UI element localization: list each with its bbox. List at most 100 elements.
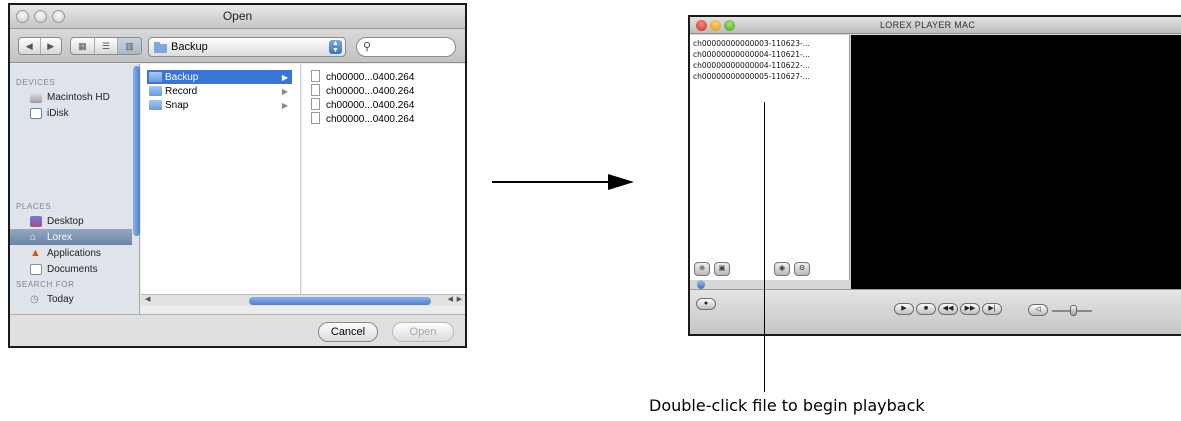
snapshot-icon[interactable]: ◉ [774,262,790,276]
close-window-button[interactable] [696,20,707,31]
rewind-button[interactable]: ◀◀ [938,303,958,315]
location-popup[interactable]: Backup ▲ ▼ [148,37,346,57]
sidebar-item-desktop[interactable]: Desktop [10,213,132,229]
step-button[interactable]: ▶| [982,303,1002,315]
sidebar-item-idisk[interactable]: iDisk [10,105,132,121]
file-item[interactable]: ch00000...0400.264 [308,70,453,84]
disclosure-arrow-icon: ▶ [281,72,288,82]
open-button[interactable]: Open [392,322,454,342]
sidebar-item-label: iDisk [47,107,69,119]
scroll-right-icon[interactable]: ▶ [457,295,462,303]
open-dialog: Open ◀ ▶ ▦ ☰ ▥ Backup ▲ ▼ ⚲ DEVICES Maci… [8,3,467,348]
folder-icon [149,72,162,82]
dialog-title: Open [222,9,253,23]
file-item[interactable]: ch00000...0400.264 [308,84,453,98]
callout-line [764,102,765,392]
fast-forward-button[interactable]: ▶▶ [960,303,980,315]
volume-slider-thumb[interactable] [1070,305,1077,316]
zoom-window-button[interactable] [724,20,735,31]
callout-text: Double-click file to begin playback [649,396,925,415]
dialog-sidebar: DEVICES Macintosh HD iDisk PLACES Deskto… [10,64,140,314]
documents-icon [30,263,42,275]
sidebar-item-label: Today [47,293,74,305]
document-icon [311,70,320,82]
search-for-header: SEARCH FOR [16,280,75,289]
dialog-toolbar: ◀ ▶ ▦ ☰ ▥ Backup ▲ ▼ ⚲ [10,29,465,63]
calendar-icon[interactable]: ▣ [714,262,730,276]
scroll-left-icon[interactable]: ◀ [145,295,150,303]
column-view-icon[interactable]: ▥ [118,38,141,54]
file-item-label: ch00000...0400.264 [326,85,415,97]
hard-drive-icon [30,91,42,103]
desktop-icon [30,215,42,227]
file-item[interactable]: ch00000...0400.264 [308,98,453,112]
list-view-icon[interactable]: ☰ [95,38,119,54]
player-window: LOREX PLAYER MAC ch00000000000003-110623… [688,15,1181,336]
folder-icon [154,42,167,53]
search-field[interactable]: ⚲ [356,37,456,57]
sidebar-item-label: Lorex [47,231,73,243]
browser-column-files: ch00000...0400.264 ch00000...0400.264 ch… [302,64,465,294]
applications-icon: ▲ [30,246,41,259]
forward-arrow-icon[interactable]: ▶ [41,38,62,54]
settings-icon[interactable]: ⚙ [794,262,810,276]
sidebar-scroll-thumb[interactable] [133,66,140,236]
play-button[interactable]: ▶ [894,303,914,315]
sidebar-item-today[interactable]: ◷ Today [10,291,132,307]
volume-button[interactable]: ◁ [1028,304,1048,316]
popup-stepper-icon: ▲ ▼ [329,40,342,54]
sidebar-item-documents[interactable]: Documents [10,261,132,277]
folder-icon [149,100,162,110]
info-icon [697,280,705,289]
search-icon: ⚲ [363,41,372,53]
horizontal-scroll-thumb[interactable] [249,297,431,305]
icon-view-icon[interactable]: ▦ [71,38,95,54]
dialog-titlebar: Open [10,5,465,29]
sidebar-item-label: Documents [47,263,98,275]
list-item[interactable]: ch00000000000003-110623-... [693,39,810,48]
document-icon [311,98,320,110]
sidebar-item-macintosh-hd[interactable]: Macintosh HD [10,89,132,105]
list-item-snap[interactable]: Snap ▶ [147,98,292,112]
document-icon [311,84,320,96]
open-folder-icon[interactable]: ⊕ [694,262,710,276]
scroll-left-icon[interactable]: ◀ [448,295,453,303]
places-header: PLACES [16,202,52,211]
list-item[interactable]: ch00000000000004-110622-... [693,61,810,70]
sidebar-item-applications[interactable]: ▲ Applications [10,245,132,261]
volume-indicator [690,280,850,289]
sidebar-item-label: Macintosh HD [47,91,110,103]
stop-button[interactable]: ■ [916,303,936,315]
list-item-label: Snap [165,99,189,111]
list-item-label: Record [165,85,198,97]
sidebar-scrollbar[interactable] [133,66,140,312]
sidebar-item-label: Applications [47,247,101,259]
file-item-label: ch00000...0400.264 [326,113,415,125]
document-icon [311,112,320,124]
horizontal-scrollbar[interactable]: ◀ ◀ ▶ [141,294,465,306]
search-input[interactable] [373,40,451,54]
back-arrow-icon[interactable]: ◀ [19,38,41,54]
browser-column-folders: Backup ▶ Record ▶ Snap ▶ [141,64,301,294]
player-title: LOREX PLAYER MAC [880,20,976,30]
location-popup-label: Backup [171,41,208,53]
record-button[interactable]: ● [696,298,716,310]
file-item[interactable]: ch00000...0400.264 [308,112,453,126]
list-item-record[interactable]: Record ▶ [147,84,292,98]
cancel-button[interactable]: Cancel [318,322,378,342]
right-arrow-icon [492,174,634,190]
file-item-label: ch00000...0400.264 [326,99,415,111]
view-mode-segment: ▦ ☰ ▥ [70,37,142,55]
player-titlebar: LOREX PLAYER MAC [690,17,1181,34]
idisk-icon [30,107,42,119]
list-item[interactable]: ch00000000000004-110621-... [693,50,810,59]
dialog-footer: Cancel Open [10,314,465,346]
clock-icon: ◷ [30,293,39,305]
list-item-backup[interactable]: Backup ▶ [147,70,292,84]
minimize-window-button[interactable] [710,20,721,31]
list-item[interactable]: ch00000000000005-110627-... [693,72,810,81]
back-forward-segment: ◀ ▶ [18,37,62,55]
sidebar-item-lorex[interactable]: ⌂ Lorex [10,229,132,245]
home-icon: ⌂ [30,231,37,243]
disclosure-arrow-icon: ▶ [281,100,288,110]
